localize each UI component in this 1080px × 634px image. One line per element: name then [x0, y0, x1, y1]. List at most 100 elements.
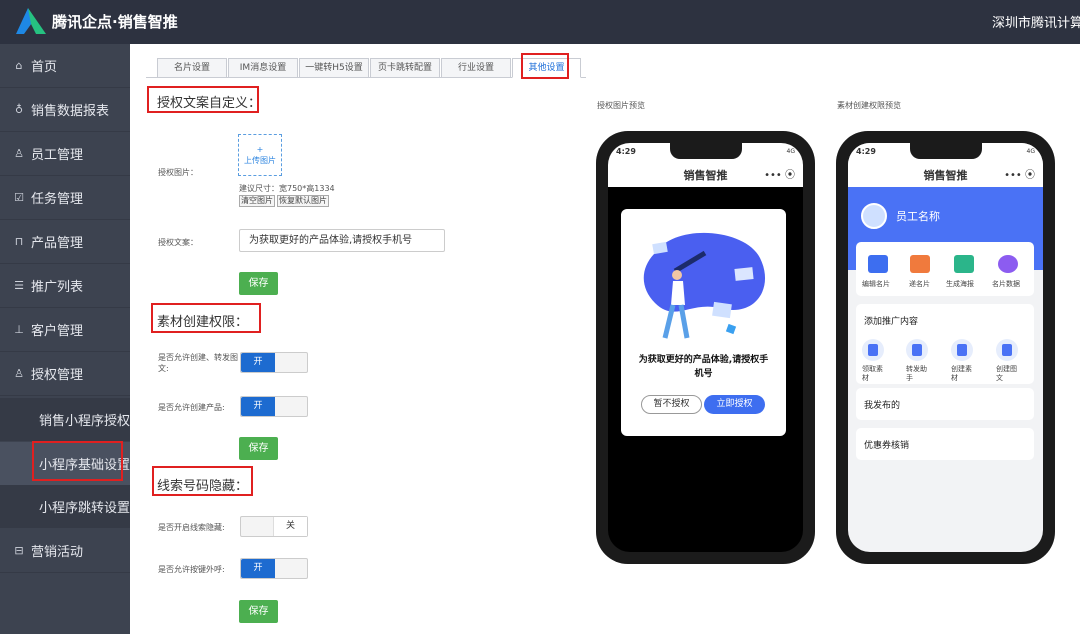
sidebar-item-tasks[interactable]: ☑ 任务管理: [0, 176, 130, 220]
create-article-icon[interactable]: [996, 339, 1018, 361]
sidebar-item-label: 任务管理: [31, 192, 84, 207]
company-name[interactable]: 深圳市腾讯计算机: [992, 12, 1080, 31]
tencent-logo-icon: [16, 8, 46, 34]
restore-default-image-button[interactable]: 恢复默认图片: [277, 195, 329, 207]
quick-actions-card: 编辑名片 递名片 生成海报 名片数据: [856, 242, 1034, 296]
capsule-menu-icon[interactable]: ••• ⦿: [1004, 166, 1035, 181]
sidebar-item-label: 营销活动: [31, 545, 84, 560]
avatar: [861, 203, 887, 229]
top-bar: 腾讯企点·销售智推 深圳市腾讯计算机: [0, 0, 1080, 44]
promo-item-label: 创建图文: [996, 365, 1017, 382]
sidebar-item-customers[interactable]: ⊥ 客户管理: [0, 308, 130, 352]
employee-name: 员工名称: [896, 210, 940, 223]
upload-image-button[interactable]: + 上传图片: [238, 134, 282, 176]
coupon-label: 优惠券核销: [864, 441, 910, 451]
home-icon: ⌂: [15, 58, 23, 72]
toggle-on-label: 开: [241, 559, 275, 578]
grid-label: 生成海报: [946, 280, 974, 288]
tab-page-jump[interactable]: 页卡跳转配置: [370, 58, 440, 78]
bag-icon: ⊓: [14, 234, 24, 248]
sidebar-item-home[interactable]: ⌂ 首页: [0, 44, 130, 88]
tab-card-settings[interactable]: 名片设置: [157, 58, 227, 78]
sidebar-item-authorization[interactable]: ♙ 授权管理: [0, 352, 130, 396]
sidebar: ⌂ 首页 ♁ 销售数据报表 ♙ 员工管理 ☑ 任务管理 ⊓ 产品管理 ☰ 推广列…: [0, 44, 130, 634]
phone-notch: [670, 143, 742, 159]
allow-product-toggle[interactable]: 开: [240, 396, 308, 417]
capsule-menu-icon[interactable]: ••• ⦿: [764, 166, 795, 181]
key-call-toggle[interactable]: 开: [240, 558, 308, 579]
my-posts-label: 我发布的: [864, 401, 901, 411]
save-button[interactable]: 保存: [239, 437, 278, 460]
grid-label: 编辑名片: [862, 280, 890, 288]
phone-screen: 4:29 4G 销售智推 ••• ⦿ 员工名称 编辑名片 递名片 生成海报 名片…: [848, 143, 1043, 552]
promo-item-label: 领取素材: [862, 365, 883, 382]
auth-text-input[interactable]: 为获取更好的产品体验,请授权手机号: [239, 229, 445, 252]
sidebar-subitem-label: 销售小程序授权: [39, 414, 131, 429]
list-icon: ☰: [14, 278, 24, 292]
promo-item-label: 转发助手: [906, 365, 927, 382]
annotation-highlight: [32, 441, 123, 481]
sidebar-item-label: 员工管理: [31, 148, 84, 163]
sidebar-item-label: 产品管理: [31, 236, 84, 251]
app-title: 腾讯企点·销售智推: [52, 13, 178, 31]
annotation-highlight: [521, 53, 569, 79]
grid-label: 名片数据: [992, 280, 1020, 288]
sidebar-subitem-mini-program-auth[interactable]: 销售小程序授权: [0, 398, 130, 441]
clue-hide-toggle[interactable]: 关: [240, 516, 308, 537]
sidebar-item-label: 推广列表: [31, 280, 84, 295]
tab-im-settings[interactable]: IM消息设置: [228, 58, 298, 78]
sidebar-item-staff[interactable]: ♙ 员工管理: [0, 132, 130, 176]
status-time: 4:29: [616, 147, 636, 156]
sidebar-subitem-label: 小程序跳转设置: [39, 501, 131, 516]
clear-image-button[interactable]: 清空图片: [239, 195, 275, 207]
auth-modal-text: 为获取更好的产品体验,请授权手机号: [638, 355, 769, 379]
annotation-highlight: [151, 303, 261, 333]
sidebar-item-sales-report[interactable]: ♁ 销售数据报表: [0, 88, 130, 132]
edit-card-icon[interactable]: [868, 255, 888, 273]
promo-card: 添加推广内容 领取素材 转发助手 创建素材 创建图文: [856, 304, 1034, 384]
org-icon: ⊥: [14, 322, 24, 336]
signal-battery-icon: 4G: [786, 148, 795, 155]
sidebar-item-products[interactable]: ⊓ 产品管理: [0, 220, 130, 264]
sidebar-item-marketing[interactable]: ⊟ 营销活动: [0, 529, 130, 573]
forward-helper-icon[interactable]: [906, 339, 928, 361]
phone-screen: 4:29 4G 销售智推 ••• ⦿ 为获取更好的产品体验,请授权手机号 暂不授…: [608, 143, 803, 552]
telescope-illustration-icon: [643, 232, 766, 339]
checkbox-icon: ☑: [14, 190, 24, 204]
tab-industry[interactable]: 行业设置: [441, 58, 511, 78]
my-posts-row[interactable]: 我发布的: [856, 388, 1034, 420]
phone-notch: [910, 143, 982, 159]
card-data-icon[interactable]: [998, 255, 1018, 273]
allow-auth-button[interactable]: 立即授权: [704, 395, 765, 414]
annotation-highlight: [152, 466, 253, 496]
user-icon: ♙: [14, 146, 24, 160]
save-button[interactable]: 保存: [239, 600, 278, 623]
toggle-on-label: 开: [241, 397, 275, 416]
coupon-row[interactable]: 优惠券核销: [856, 428, 1034, 460]
poster-icon[interactable]: [954, 255, 974, 273]
receive-material-icon[interactable]: [862, 339, 884, 361]
auth-text-label: 授权文案：: [158, 238, 198, 247]
sidebar-subitem-jump-settings[interactable]: 小程序跳转设置: [0, 485, 130, 528]
send-card-icon[interactable]: [910, 255, 930, 273]
sidebar-item-promotion[interactable]: ☰ 推广列表: [0, 264, 130, 308]
auth-modal: 为获取更好的产品体验,请授权手机号 暂不授权 立即授权: [621, 209, 786, 436]
key-call-label: 是否允许按键外呼:: [158, 565, 225, 574]
sidebar-item-label: 客户管理: [31, 324, 84, 339]
create-material-icon[interactable]: [951, 339, 973, 361]
auth-preview-caption: 授权图片预览: [597, 101, 645, 110]
size-hint: 建议尺寸：宽750*高1334: [239, 184, 335, 193]
clue-hide-label: 是否开启线索隐藏:: [158, 523, 225, 532]
annotation-highlight: [147, 86, 259, 113]
allow-product-label: 是否允许创建产品:: [158, 403, 225, 412]
save-button[interactable]: 保存: [239, 272, 278, 295]
tab-h5-settings[interactable]: 一键转H5设置: [299, 58, 369, 78]
status-time: 4:29: [856, 147, 876, 156]
allow-create-toggle[interactable]: 开: [240, 352, 308, 373]
toggle-on-label: 开: [241, 353, 275, 372]
deny-auth-button[interactable]: 暂不授权: [641, 395, 702, 414]
auth-user-icon: ♙: [14, 366, 24, 380]
sidebar-item-label: 首页: [31, 60, 58, 75]
sidebar-item-label: 授权管理: [31, 368, 84, 383]
material-preview-caption: 素材创建权限预览: [837, 101, 901, 110]
